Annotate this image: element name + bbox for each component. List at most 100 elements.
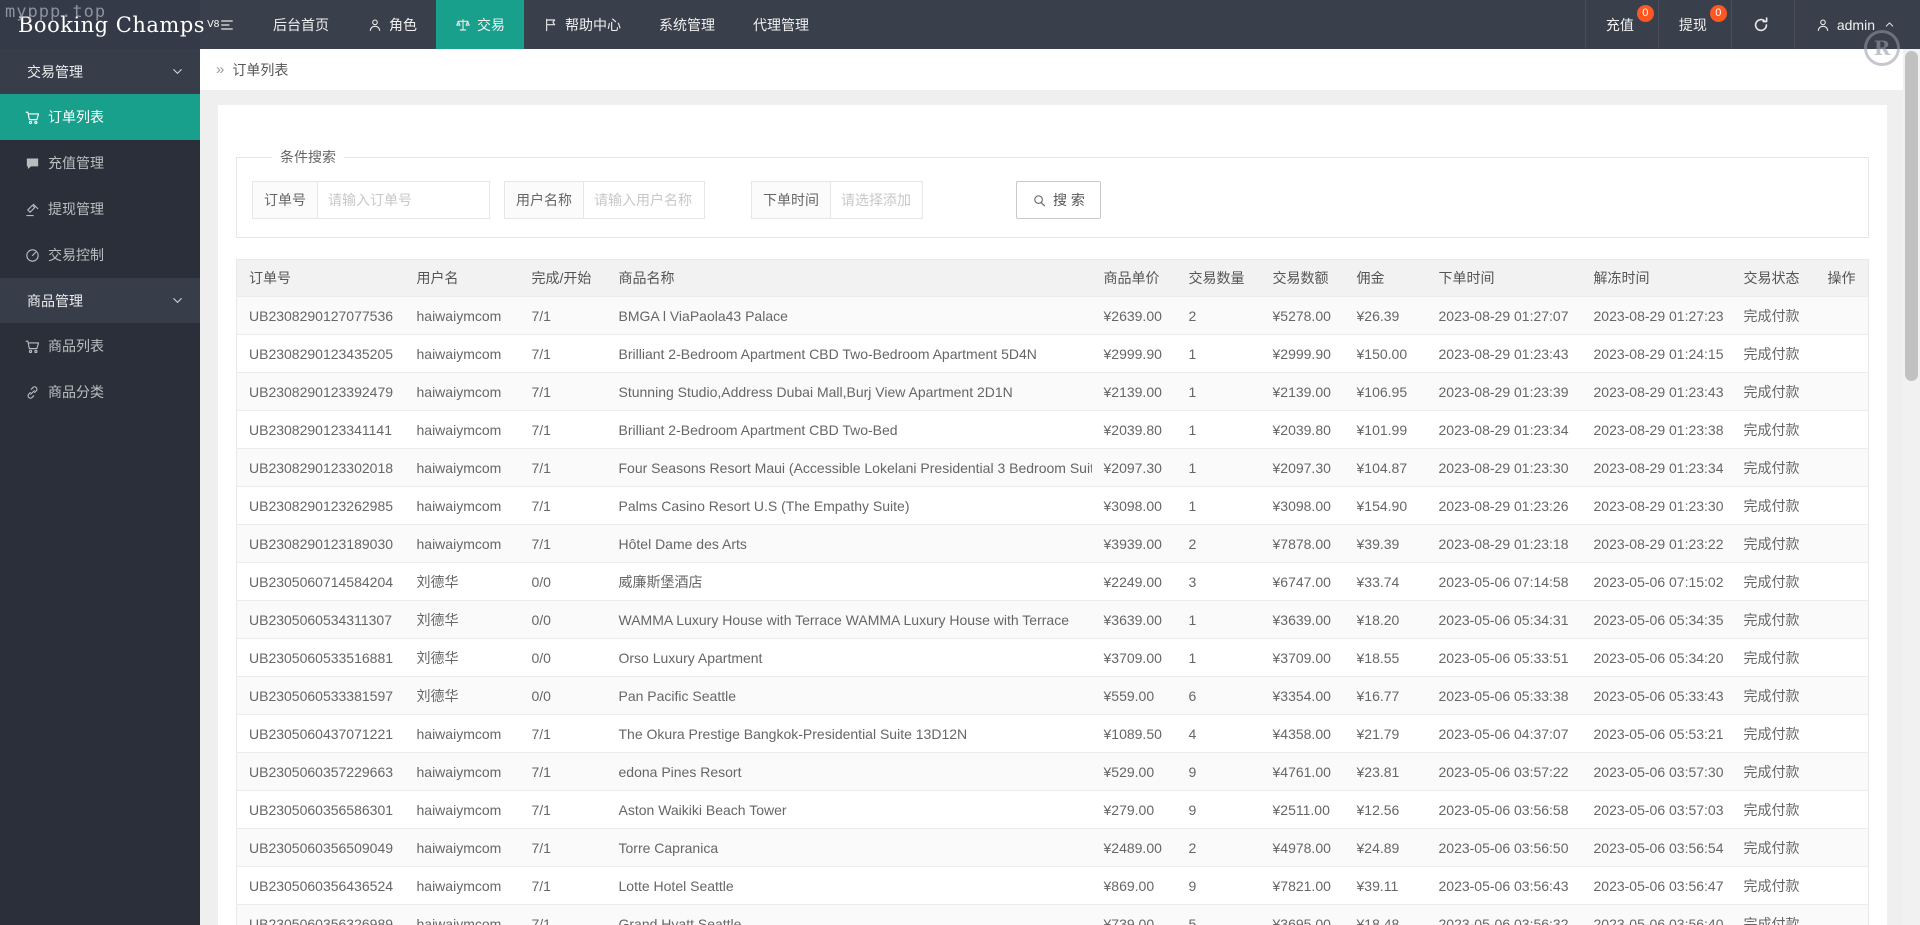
withdraw-button[interactable]: 提现 0 [1658,0,1731,49]
order-no-cell: UB2305060356509049 [237,829,405,867]
unit-price-cell: ¥2249.00 [1092,563,1177,601]
nav-item-agent[interactable]: 代理管理 [734,0,828,49]
table-row: UB2308290123392479haiwaiymcom7/1Stunning… [237,373,1869,411]
breadcrumb: » 订单列表 [200,49,1903,90]
sidebar-item-label: 商品列表 [48,336,104,356]
commission-cell: ¥101.99 [1345,411,1427,449]
product-name-cell: Lotte Hotel Seattle [607,867,1092,905]
content-card: 条件搜索 订单号 用户名称 下单时间 搜 索 [218,105,1887,925]
orders-table-header-row: 订单号用户名完成/开始商品名称商品单价交易数量交易数额佣金下单时间解冻时间交易状… [237,260,1869,297]
withdraw-label: 提现 [1679,15,1707,35]
table-row: UB2308290123302018haiwaiymcom7/1Four Sea… [237,449,1869,487]
order-time-input[interactable] [831,181,923,219]
sidebar-item-recharge-management[interactable]: 充值管理 [0,140,200,186]
column-header: 下单时间 [1427,260,1582,297]
page-title: 订单列表 [232,60,288,80]
product-name-cell: Orso Luxury Apartment [607,639,1092,677]
order-no-cell: UB2305060356326989 [237,905,405,925]
order-time-cell: 2023-08-29 01:23:34 [1427,411,1582,449]
commission-cell: ¥23.81 [1345,753,1427,791]
ratio-cell: 7/1 [520,715,607,753]
commission-cell: ¥154.90 [1345,487,1427,525]
nav-item-label: 角色 [389,15,417,35]
table-row: UB2308290123435205haiwaiymcom7/1Brillian… [237,335,1869,373]
order-no-cell: UB2308290123341141 [237,411,405,449]
username-label: admin [1837,17,1875,33]
vertical-scrollbar[interactable] [1903,49,1920,925]
table-row: UB2305060714584204刘德华0/0威廉斯堡酒店¥2249.003¥… [237,563,1869,601]
sidebar-section-product-management[interactable]: 商品管理 [0,278,200,323]
order-no-cell: UB2305060533381597 [237,677,405,715]
status-cell: 完成付款 [1732,715,1816,753]
unfreeze-time-cell: 2023-05-06 07:15:02 [1582,563,1732,601]
nav-item-label: 系统管理 [659,15,715,35]
amount-cell: ¥2097.30 [1261,449,1345,487]
sidebar-item-product-category[interactable]: 商品分类 [0,369,200,415]
product-name-cell: Four Seasons Resort Maui (Accessible Lok… [607,449,1092,487]
comment-icon [24,155,41,172]
orders-table: 订单号用户名完成/开始商品名称商品单价交易数量交易数额佣金下单时间解冻时间交易状… [236,259,1869,925]
sidebar-collapse-button[interactable] [200,0,254,49]
order-no-cell: UB2308290123189030 [237,525,405,563]
commission-cell: ¥106.95 [1345,373,1427,411]
nav-item-label: 代理管理 [753,15,809,35]
quantity-cell: 1 [1177,373,1261,411]
quantity-cell: 1 [1177,411,1261,449]
order-time-cell: 2023-08-29 01:23:26 [1427,487,1582,525]
recharge-button[interactable]: 充值 0 [1585,0,1658,49]
order-time-cell: 2023-08-29 01:23:30 [1427,449,1582,487]
order-no-cell: UB2308290123392479 [237,373,405,411]
ratio-cell: 0/0 [520,677,607,715]
recharge-label: 充值 [1606,15,1634,35]
sidebar-item-product-list[interactable]: 商品列表 [0,323,200,369]
order-no-cell: UB2305060357229663 [237,753,405,791]
order-time-cell: 2023-05-06 03:56:43 [1427,867,1582,905]
nav-item-trade[interactable]: 交易 [436,0,524,49]
column-header: 佣金 [1345,260,1427,297]
username-cell: haiwaiymcom [405,829,520,867]
nav-item-system[interactable]: 系统管理 [640,0,734,49]
username-cell: 刘德华 [405,563,520,601]
quantity-cell: 1 [1177,601,1261,639]
actions-cell [1816,753,1869,791]
username-input[interactable] [584,181,705,219]
order-no-input[interactable] [318,181,490,219]
nav-item-help-center[interactable]: 帮助中心 [524,0,640,49]
sidebar-item-trade-control[interactable]: 交易控制 [0,232,200,278]
amount-cell: ¥7821.00 [1261,867,1345,905]
quantity-cell: 3 [1177,563,1261,601]
user-menu[interactable]: admin [1794,0,1920,49]
status-cell: 完成付款 [1732,563,1816,601]
search-button[interactable]: 搜 索 [1016,181,1101,219]
sidebar-section-trade-management[interactable]: 交易管理 [0,49,200,94]
quantity-cell: 9 [1177,867,1261,905]
refresh-button[interactable] [1731,0,1794,49]
sidebar-item-withdraw-management[interactable]: 提现管理 [0,186,200,232]
actions-cell [1816,563,1869,601]
actions-cell [1816,867,1869,905]
commission-cell: ¥16.77 [1345,677,1427,715]
product-name-cell: Brilliant 2-Bedroom Apartment CBD Two-Be… [607,411,1092,449]
order-time-cell: 2023-05-06 03:56:58 [1427,791,1582,829]
table-row: UB2305060356509049haiwaiymcom7/1Torre Ca… [237,829,1869,867]
breadcrumb-separator: » [216,61,224,78]
unfreeze-time-cell: 2023-05-06 03:56:47 [1582,867,1732,905]
nav-item-home[interactable]: 后台首页 [254,0,348,49]
order-time-cell: 2023-05-06 05:33:51 [1427,639,1582,677]
nav-item-roles[interactable]: 角色 [348,0,436,49]
actions-cell [1816,677,1869,715]
product-name-cell: Grand Hyatt Seattle [607,905,1092,925]
username-cell: haiwaiymcom [405,753,520,791]
commission-cell: ¥26.39 [1345,297,1427,335]
commission-cell: ¥150.00 [1345,335,1427,373]
commission-cell: ¥39.39 [1345,525,1427,563]
nav-item-label: 交易 [477,15,505,35]
commission-cell: ¥104.87 [1345,449,1427,487]
flag-icon [543,17,559,33]
scrollbar-thumb[interactable] [1905,51,1918,381]
order-time-cell: 2023-05-06 05:33:38 [1427,677,1582,715]
sidebar-section-label: 交易管理 [27,62,83,82]
sidebar-item-order-list[interactable]: 订单列表 [0,94,200,140]
quantity-cell: 1 [1177,335,1261,373]
order-time-cell: 2023-05-06 03:57:22 [1427,753,1582,791]
